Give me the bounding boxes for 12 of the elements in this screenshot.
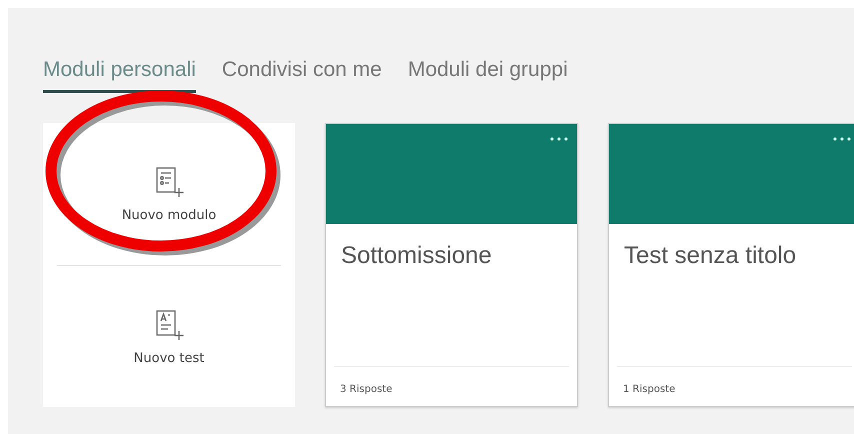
new-item-button[interactable]: Nuovo modulo xyxy=(122,208,216,222)
form-card[interactable]: Sottomissione 3 Risposte xyxy=(325,123,578,407)
more-icon[interactable] xyxy=(549,137,569,141)
new-item-button[interactable]: Nuovo test xyxy=(134,350,204,366)
response-count: 1 Risposte xyxy=(623,384,676,395)
form-title: Test senza titolo xyxy=(623,241,798,271)
form-title: Sottomissione xyxy=(340,241,493,271)
form-card[interactable]: Test senza titolo 1 Risposte xyxy=(608,123,854,407)
response-count: 3 Risposte xyxy=(340,384,392,395)
tab[interactable]: Condivisi con me xyxy=(222,54,382,93)
tab[interactable]: Moduli dei gruppi xyxy=(408,54,568,93)
more-icon[interactable] xyxy=(832,137,852,141)
